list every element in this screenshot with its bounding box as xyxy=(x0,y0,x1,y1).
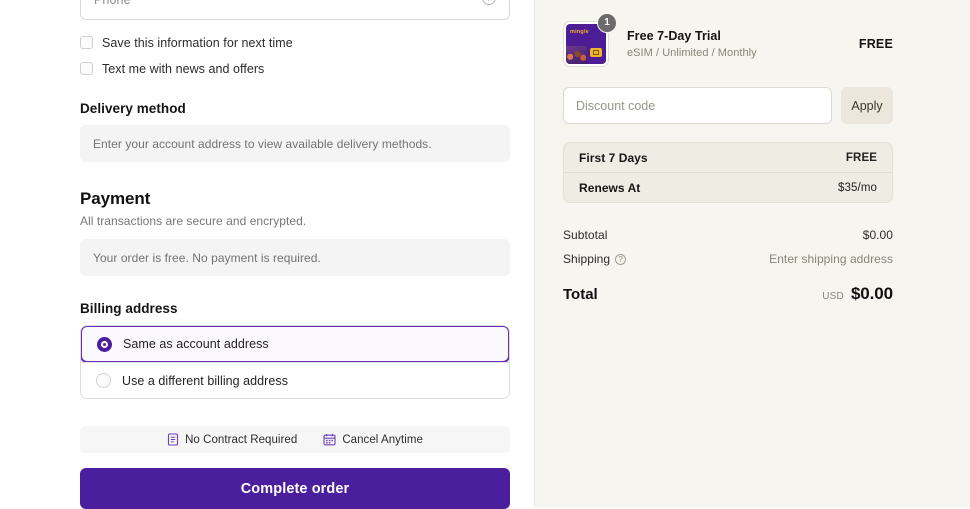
plan-row-renews-at: Renews At $35/mo xyxy=(564,172,892,202)
shipping-value: Enter shipping address xyxy=(769,252,893,266)
grand-total-row: Total USD $0.00 xyxy=(563,284,893,304)
form-content: Phone ? Save this information for next t… xyxy=(80,0,510,509)
plan-details-box: First 7 Days FREE Renews At $35/mo xyxy=(563,142,893,203)
payment-subtitle: All transactions are secure and encrypte… xyxy=(80,214,307,228)
payment-message: Your order is free. No payment is requir… xyxy=(80,239,510,276)
shipping-row: Shipping ? Enter shipping address xyxy=(563,247,893,271)
delivery-method-message: Enter your account address to view avail… xyxy=(80,125,510,162)
subtotal-value: $0.00 xyxy=(862,228,893,242)
totals-block: Subtotal $0.00 Shipping ? Enter shipping… xyxy=(563,223,893,271)
billing-option-different-label: Use a different billing address xyxy=(122,373,288,388)
billing-option-same-as-account[interactable]: Same as account address xyxy=(81,326,509,363)
grand-total-label: Total xyxy=(563,286,598,303)
trust-badge-cancel-anytime-label: Cancel Anytime xyxy=(342,433,423,446)
order-summary-panel: mingle 1 Free 7-Day Trial eSIM / Unlimit… xyxy=(535,0,970,507)
radio-selected-icon[interactable] xyxy=(97,336,112,352)
radio-unselected-icon[interactable] xyxy=(96,373,111,388)
text-offers-checkbox[interactable] xyxy=(80,62,93,75)
help-circle-icon[interactable]: ? xyxy=(482,0,496,5)
shipping-help-icon[interactable]: ? xyxy=(615,253,627,265)
plan-row-first-days-label: First 7 Days xyxy=(579,150,648,165)
billing-address-heading: Billing address xyxy=(80,301,178,316)
trust-badges-bar: No Contract Required Cancel Anytime xyxy=(80,426,510,453)
calendar-icon xyxy=(323,433,336,446)
billing-option-same-label: Same as account address xyxy=(123,337,269,351)
save-info-checkbox[interactable] xyxy=(80,36,93,49)
payment-heading: Payment xyxy=(80,189,151,208)
grand-total-currency: USD xyxy=(822,291,844,302)
checkout-form-panel: Phone ? Save this information for next t… xyxy=(0,0,534,509)
product-thumbnail-wrap: mingle 1 xyxy=(563,13,617,67)
trust-badge-no-contract-label: No Contract Required xyxy=(185,433,298,446)
grand-total-right: USD $0.00 xyxy=(822,284,893,304)
checkout-page: Phone ? Save this information for next t… xyxy=(0,0,970,509)
trust-badge-cancel-anytime: Cancel Anytime xyxy=(323,433,423,446)
product-photo-art xyxy=(566,46,587,64)
subtotal-row: Subtotal $0.00 xyxy=(563,223,893,247)
complete-order-button[interactable]: Complete order xyxy=(80,468,510,509)
plan-row-renews-at-value: $35/mo xyxy=(838,181,877,194)
phone-field[interactable]: Phone ? xyxy=(80,0,510,20)
text-offers-checkbox-row[interactable]: Text me with news and offers xyxy=(80,60,510,77)
billing-option-different-address[interactable]: Use a different billing address xyxy=(81,362,509,398)
text-offers-label: Text me with news and offers xyxy=(102,61,265,76)
billing-address-options: Same as account address Use a different … xyxy=(80,325,510,399)
plan-row-first-days-value: FREE xyxy=(845,151,877,164)
save-info-label: Save this information for next time xyxy=(102,35,293,50)
delivery-method-heading: Delivery method xyxy=(80,101,186,116)
line-item-price: FREE xyxy=(858,37,893,51)
line-item-name: Free 7-Day Trial xyxy=(627,29,721,43)
order-summary-content: mingle 1 Free 7-Day Trial eSIM / Unlimit… xyxy=(563,13,893,304)
shipping-label: Shipping ? xyxy=(563,252,627,266)
discount-code-input[interactable] xyxy=(563,87,832,124)
quantity-badge: 1 xyxy=(597,13,617,33)
discount-code-row: Apply xyxy=(563,87,893,124)
product-brand-logo: mingle xyxy=(570,29,589,35)
document-icon xyxy=(167,433,179,446)
save-info-checkbox-row[interactable]: Save this information for next time xyxy=(80,34,510,51)
grand-total-amount: $0.00 xyxy=(850,284,893,303)
trust-badge-no-contract: No Contract Required xyxy=(167,433,297,446)
order-line-item: mingle 1 Free 7-Day Trial eSIM / Unlimit… xyxy=(563,13,893,68)
line-item-text: Free 7-Day Trial eSIM / Unlimited / Mont… xyxy=(627,29,859,59)
line-item-variant: eSIM / Unlimited / Monthly xyxy=(627,47,757,59)
shipping-label-text: Shipping xyxy=(563,252,611,266)
plan-row-renews-at-label: Renews At xyxy=(579,180,641,195)
sim-chip-icon xyxy=(590,48,602,57)
phone-placeholder-label: Phone xyxy=(94,0,131,7)
plan-row-first-days: First 7 Days FREE xyxy=(564,143,892,172)
apply-discount-button[interactable]: Apply xyxy=(841,87,893,124)
subtotal-label: Subtotal xyxy=(563,228,608,242)
